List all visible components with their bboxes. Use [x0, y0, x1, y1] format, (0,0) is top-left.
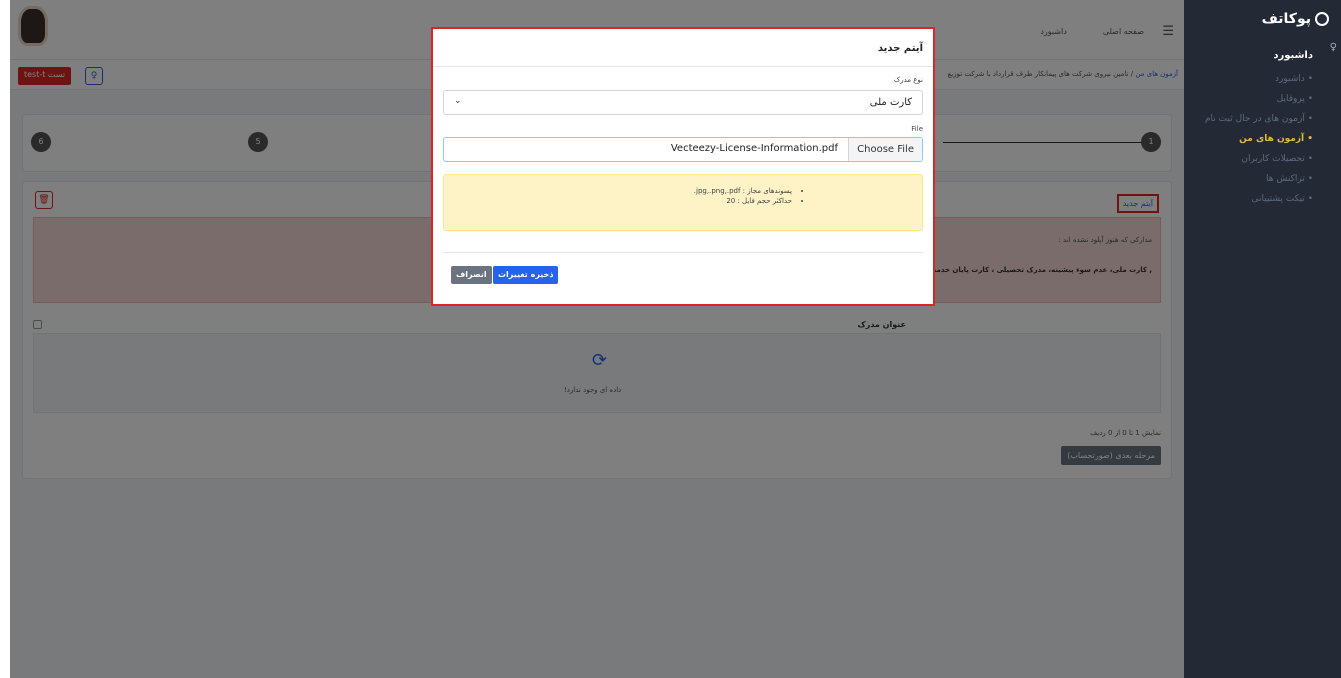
- save-button[interactable]: ذخیره تغییرات: [493, 266, 559, 284]
- doc-type-value: کارت ملی: [869, 97, 912, 108]
- modal-title: آیتم جدید: [433, 29, 933, 67]
- file-rules-info: پسوندهای مجاز : jpg,.png,.pdf. حداکثر حج…: [443, 174, 923, 231]
- sidebar-item-education[interactable]: تحصیلات کاربران: [1184, 149, 1313, 169]
- file-input[interactable]: Choose File Vecteezy-License-Information…: [443, 137, 923, 162]
- new-item-modal: آیتم جدید نوع مدرک کارت ملی ⌄ File Choos…: [431, 27, 935, 306]
- cancel-button[interactable]: انصراف: [451, 266, 492, 284]
- sidebar-item-support-ticket[interactable]: تیکت پشتیبانی: [1184, 189, 1313, 209]
- sidebar-menu: داشبورد پروفایل آزمون های در حال ثبت نام…: [1184, 69, 1341, 209]
- brand[interactable]: پوکاتف: [1184, 0, 1341, 38]
- sidebar-item-profile[interactable]: پروفایل: [1184, 89, 1313, 109]
- modal-divider: [443, 252, 923, 253]
- sidebar-section-title: داشبورد: [1273, 50, 1313, 61]
- doc-type-select[interactable]: کارت ملی ⌄: [443, 90, 923, 115]
- chevron-down-icon: ⌄: [454, 96, 462, 106]
- logo-icon: [1315, 12, 1329, 26]
- allowed-extensions: پسوندهای مجاز : jpg,.png,.pdf.: [444, 187, 792, 195]
- choose-file-button[interactable]: Choose File: [848, 138, 922, 161]
- sidebar-item-dashboard[interactable]: داشبورد: [1184, 69, 1313, 89]
- doc-type-label: نوع مدرک: [893, 76, 923, 84]
- sidebar: پوکاتف ♀ داشبورد داشبورد پروفایل آزمون ه…: [1184, 0, 1341, 678]
- sidebar-item-my-exams[interactable]: آزمون های من: [1184, 129, 1313, 149]
- pin-icon[interactable]: ♀: [1330, 42, 1337, 53]
- sidebar-item-registering-exams[interactable]: آزمون های در حال ثبت نام: [1184, 109, 1313, 129]
- sidebar-item-transactions[interactable]: تراکنش ها: [1184, 169, 1313, 189]
- file-label: File: [911, 125, 923, 133]
- file-name: Vecteezy-License-Information.pdf: [670, 143, 838, 154]
- brand-name: پوکاتف: [1261, 11, 1311, 27]
- max-file-size: حداکثر حجم فایل : 20: [444, 197, 792, 205]
